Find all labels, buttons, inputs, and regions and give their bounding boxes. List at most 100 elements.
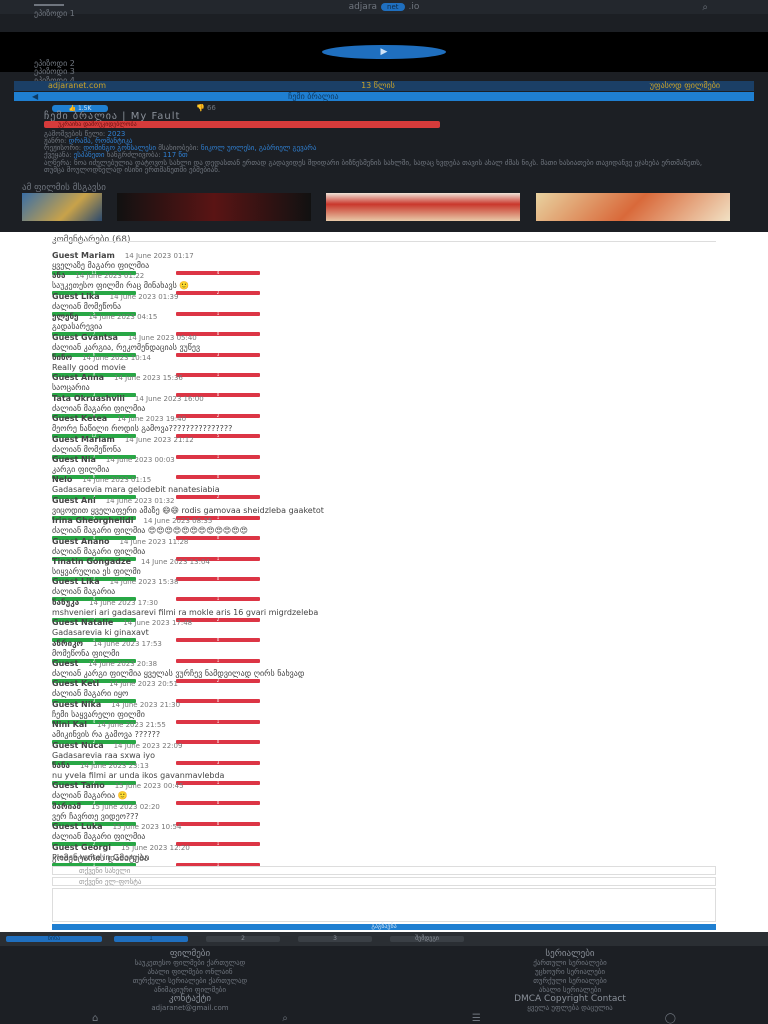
meta-value[interactable]: ნიკოლ უოლესი, გაბრიელ გევარა — [201, 144, 317, 152]
comment-author: Tinatin Gongadze — [52, 557, 132, 566]
meta-value: 117 წთ — [162, 151, 188, 159]
email-input[interactable]: თქვენი ელ-ფოსტა — [52, 877, 716, 886]
comment-date: 15 June 2023 02:20 — [91, 802, 160, 811]
comment-header: ანრიკო 14 June 2023 17:53 — [52, 631, 716, 650]
comment-header: Tata Okruashvili 14 June 2023 16:00 — [52, 386, 716, 405]
footer-link[interactable]: საუკეთესო ფილმები ქართულად — [40, 959, 340, 968]
comment-date: 14 June 2023 01:22 — [75, 272, 145, 281]
comment-author: Guest Ketea — [52, 414, 108, 424]
comment-author: Guest Nika — [52, 699, 102, 709]
comment-author: მარიამ — [52, 801, 82, 811]
comment-date: 14 June 2023 19:40 — [117, 415, 187, 424]
comment-author: Guest Ani — [52, 495, 96, 505]
comment-author: Guest Lika — [52, 577, 100, 587]
user-icon[interactable]: ◯ — [665, 1013, 676, 1024]
comment-header: ნინო 14 June 2023 10:14 — [52, 345, 716, 364]
comment-header: Guest Gvantsa 14 June 2023 05:40 — [52, 325, 716, 344]
bottom-nav: ⌂ ⌕ ☰ ◯ — [0, 1012, 768, 1024]
meta-label: ხანგრძლივობა: — [106, 151, 161, 159]
comment-header: Irina Gheorghelidi 14 June 2023 08:35 — [52, 508, 716, 527]
footer-heading: კონტაქტი — [169, 994, 211, 1004]
comment-author: ნინო — [52, 353, 73, 362]
menu-icon[interactable] — [34, 4, 64, 6]
dislike-button[interactable]: 👎 66 — [196, 104, 216, 112]
page-button-3[interactable]: 3 — [298, 936, 372, 942]
episode-label: ეპიზოდი 1 — [34, 9, 75, 18]
page-button-1[interactable]: 1 — [114, 936, 188, 942]
episode-item[interactable]: ეპიზოდი 1 — [0, 8, 768, 20]
prev-page-button[interactable]: წინა — [6, 936, 102, 942]
footer-link[interactable]: თურქული სერიალები ქართულად — [40, 977, 340, 986]
comment-author: Nelo — [52, 475, 73, 485]
footer-link[interactable]: უცხოური სერიალები — [420, 968, 720, 977]
dmca-link[interactable]: DMCA Copyright Contact — [420, 995, 720, 1004]
similar-thumbnail[interactable] — [22, 193, 102, 221]
home-icon[interactable]: ⌂ — [92, 1013, 98, 1024]
footer: ფილმები საუკეთესო ფილმები ქართულად ახალი… — [0, 946, 768, 1024]
comment-text: Please write in Georgian — [52, 852, 150, 862]
comment-author: Nini Kal — [52, 720, 87, 730]
name-input[interactable]: თქვენი სახელი — [52, 866, 716, 875]
comment-date: 14 June 2023 15:38 — [109, 578, 179, 587]
comment-date: 14 June 2023 11:28 — [119, 537, 189, 546]
comment-date: 14 June 2023 01:32 — [105, 496, 175, 505]
comment-header: Guest Luka 15 June 2023 10:54 — [52, 814, 716, 833]
comment-author: Tata Okruashvili — [52, 393, 125, 403]
comment-author: Guest Georgi — [52, 842, 111, 852]
comment-date: 14 June 2023 16:00 — [134, 394, 204, 403]
comment-date: 14 June 2023 00:03 — [105, 456, 175, 464]
ad-banner[interactable]: adjaranet.com 13 წლის უფასოდ ფილმები — [14, 81, 754, 91]
comment-date: 14 June 2023 04:15 — [88, 313, 158, 322]
similar-heading: ამ ფილმის მსგავსი — [22, 183, 106, 193]
play-button[interactable]: ▶ — [322, 45, 446, 59]
comment-date: 14 June 2023 17:30 — [89, 598, 158, 607]
comment-header: Nini Kal 14 June 2023 21:55 — [52, 712, 716, 731]
add-comment-heading: კომენტარის დამატება — [52, 854, 149, 864]
comment-header: ელენე 14 June 2023 04:15 — [52, 304, 716, 323]
comment-header: მარიამ 15 June 2023 02:20 — [52, 794, 716, 813]
comment-author: ანრიკო — [52, 638, 84, 648]
banner-left: adjaranet.com — [48, 81, 107, 90]
banner-mid: 13 წლის — [361, 81, 395, 90]
similar-thumbnail[interactable] — [536, 193, 730, 221]
comment-author: ელენე — [52, 312, 79, 322]
page-button-2[interactable]: 2 — [206, 936, 280, 942]
submit-button[interactable]: გაგზავნა — [52, 924, 716, 930]
comment-date: 14 June 2023 21:55 — [97, 721, 166, 730]
comment-author: Guest Lika — [52, 291, 100, 301]
comment-header: Guest Nuca 14 June 2023 22:09 — [52, 733, 716, 752]
comment-header: ნანუკა 14 June 2023 17:30 — [52, 590, 716, 609]
comment-date: 14 June 2023 10:14 — [82, 354, 151, 362]
back-arrow-icon[interactable]: ◀ — [32, 92, 38, 101]
comment-author: Guest Luka — [52, 822, 103, 832]
comment-header: Guest Ani 14 June 2023 01:32 — [52, 488, 716, 507]
comment-item: Guest Georgi 15 June 2023 12:20 Please wri… — [52, 835, 716, 868]
footer-link[interactable]: ქართული სერიალები — [420, 959, 720, 968]
comment-header: Guest Mariam 14 June 2023 21:12 — [52, 427, 716, 446]
footer-link[interactable]: თურქული სერიალები — [420, 977, 720, 986]
similar-thumbnail[interactable] — [326, 193, 520, 221]
comment-textarea[interactable] — [52, 888, 716, 922]
footer-link[interactable]: ახალი ფილმები ონლაინ — [40, 968, 340, 977]
meta-value[interactable]: ესპანეთი — [74, 151, 105, 159]
pagination: წინა 1 2 3 შემდეგი — [0, 932, 768, 946]
promo-tag[interactable]: უკრაინა დამოუკიდებლობა — [44, 121, 440, 128]
comment-header: Guest Natalie 14 June 2023 17:48 — [52, 610, 716, 629]
comment-header: Guest Anna 14 June 2023 15:36 — [52, 365, 716, 384]
comment-author: ნანუკა — [52, 597, 80, 607]
search-icon[interactable]: ⌕ — [282, 1013, 288, 1024]
meta-label: ქვეყანა: — [44, 151, 72, 159]
comment-header: ნანა 14 June 2023 23:13 — [52, 753, 716, 772]
footer-heading: სერიალები — [545, 949, 595, 959]
comment-date: 14 June 2023 01:15 — [82, 476, 152, 485]
similar-thumbnail[interactable] — [117, 193, 311, 221]
divider — [52, 241, 716, 242]
comment-date: 15 June 2023 10:54 — [112, 823, 182, 832]
list-icon[interactable]: ☰ — [472, 1013, 481, 1024]
play-icon: ▶ — [380, 47, 388, 57]
next-page-button[interactable]: შემდეგი — [390, 936, 464, 942]
comment-header: Guest 14 June 2023 20:38 — [52, 651, 716, 670]
footer-col-series: სერიალები ქართული სერიალები უცხოური სერი… — [420, 950, 720, 1013]
comment-author: Guest Mariam — [52, 434, 115, 444]
comment-author: Guest Mariam — [52, 251, 115, 260]
